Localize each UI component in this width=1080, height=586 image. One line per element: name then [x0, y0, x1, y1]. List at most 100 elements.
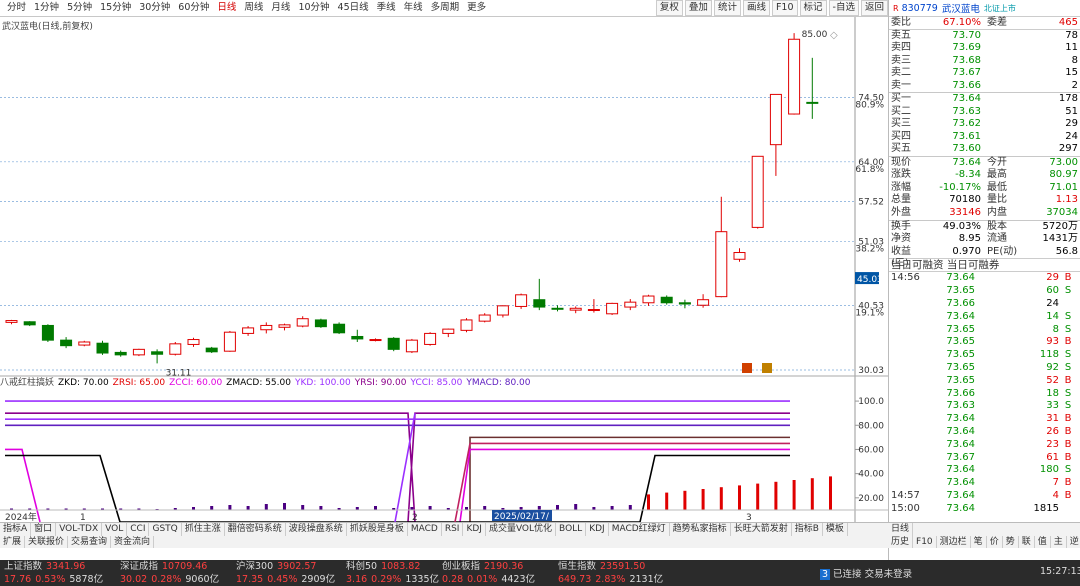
period-11[interactable]: 季线: [373, 0, 400, 16]
candle-body[interactable]: [587, 309, 600, 312]
tool-button-5[interactable]: 标记: [799, 0, 827, 16]
candle-body[interactable]: [678, 302, 691, 305]
diamond-icon[interactable]: ◇: [830, 30, 838, 41]
right-tab[interactable]: 历史: [888, 535, 914, 548]
period-9[interactable]: 10分钟: [294, 0, 333, 16]
candle-body[interactable]: [114, 351, 127, 356]
candle-body[interactable]: [715, 231, 728, 298]
indicator-tab[interactable]: 成交量VOL优化: [486, 523, 557, 536]
period-14[interactable]: 更多: [463, 0, 490, 16]
candle-body[interactable]: [205, 347, 218, 353]
indicator-tab[interactable]: 趋势私家指标: [670, 523, 731, 536]
candle-body[interactable]: [60, 339, 73, 347]
candle-body[interactable]: [551, 307, 564, 310]
tool-button-2[interactable]: 统计: [713, 0, 741, 16]
connection-status[interactable]: 3 已连接 交易未登录: [820, 566, 912, 580]
period-2[interactable]: 5分钟: [63, 0, 96, 16]
candle-body[interactable]: [5, 320, 18, 323]
candle-body[interactable]: [533, 299, 546, 308]
index-item[interactable]: 科创50 1083.82: [342, 560, 430, 573]
right-tab[interactable]: F10: [913, 535, 937, 548]
candle-body[interactable]: [369, 339, 382, 342]
ext-tab[interactable]: 关联报价: [25, 535, 69, 548]
candle-body[interactable]: [278, 324, 291, 328]
candle-body[interactable]: [169, 343, 182, 355]
order-book-row[interactable]: 买一 73.64 178: [889, 93, 1080, 106]
indicator-tab[interactable]: MACD红绿灯: [609, 523, 670, 536]
indicator-tab[interactable]: VOL: [102, 523, 128, 536]
right-tab[interactable]: 日线: [888, 523, 914, 536]
candle-body[interactable]: [314, 319, 327, 328]
right-tab[interactable]: 价: [987, 535, 1003, 548]
order-book-row[interactable]: 卖二 73.67 15: [889, 67, 1080, 80]
indicator-tab[interactable]: 指标B: [792, 523, 823, 536]
candle-body[interactable]: [642, 295, 655, 304]
candle-body[interactable]: [424, 332, 437, 345]
period-13[interactable]: 多周期: [427, 0, 464, 16]
financing-row[interactable]: 当日可融资 当日可融券: [889, 258, 1080, 273]
period-0[interactable]: 分时: [3, 0, 30, 16]
candle-body[interactable]: [41, 324, 54, 341]
candle-body[interactable]: [78, 341, 91, 346]
right-tab[interactable]: 主: [1051, 535, 1067, 548]
candle-body[interactable]: [460, 319, 473, 331]
tool-button-3[interactable]: 画线: [742, 0, 770, 16]
indicator-tab[interactable]: 窗口: [31, 523, 57, 536]
right-tab[interactable]: 笔: [971, 535, 987, 548]
indicator-tab[interactable]: GSTQ: [149, 523, 182, 536]
index-item[interactable]: 沪深300 3902.57: [232, 560, 334, 573]
index-item[interactable]: 深证成指 10709.46: [116, 560, 224, 573]
candle-body[interactable]: [751, 155, 764, 228]
indicator-tab[interactable]: 指标A: [0, 523, 32, 536]
index-item[interactable]: 创业板指 2190.36: [438, 560, 546, 573]
candle-body[interactable]: [96, 342, 109, 354]
right-tab[interactable]: 联: [1019, 535, 1035, 548]
candle-body[interactable]: [660, 296, 673, 304]
candle-body[interactable]: [242, 327, 255, 334]
tool-button-0[interactable]: 复权: [655, 0, 683, 16]
candle-body[interactable]: [260, 324, 273, 331]
right-tab[interactable]: 逆: [1067, 536, 1080, 549]
candle-body[interactable]: [697, 299, 710, 306]
indicator-tab[interactable]: KDJ: [586, 523, 609, 536]
order-book-row[interactable]: 买四 73.61 24: [889, 131, 1080, 144]
indicator-tab[interactable]: 模板: [823, 523, 848, 536]
order-book-row[interactable]: 买二 73.63 51: [889, 106, 1080, 119]
period-8[interactable]: 月线: [267, 0, 294, 16]
indicator-tab[interactable]: 长旺大箭发射: [731, 523, 792, 536]
indicator-tab[interactable]: RSI: [442, 523, 464, 536]
indicator-tab[interactable]: 抓妖股是身板: [347, 523, 408, 536]
candle-body[interactable]: [733, 252, 746, 260]
period-1[interactable]: 1分钟: [30, 0, 63, 16]
candle-body[interactable]: [132, 348, 145, 356]
candle-body[interactable]: [788, 38, 801, 115]
candle-body[interactable]: [569, 307, 582, 311]
order-book-row[interactable]: 卖三 73.68 8: [889, 55, 1080, 68]
candle-body[interactable]: [806, 101, 819, 104]
tool-button-4[interactable]: F10: [771, 0, 798, 16]
period-10[interactable]: 45日线: [334, 0, 373, 16]
period-4[interactable]: 30分钟: [135, 0, 174, 16]
candle-body[interactable]: [478, 314, 491, 322]
indicator-tab[interactable]: 抓住主涨: [182, 523, 225, 536]
order-book-row[interactable]: 买五 73.60 297: [889, 143, 1080, 156]
event-icon[interactable]: [742, 363, 752, 373]
candle-body[interactable]: [515, 294, 528, 307]
period-5[interactable]: 60分钟: [174, 0, 213, 16]
ext-tab[interactable]: 交易查询: [68, 535, 112, 548]
candle-body[interactable]: [223, 331, 236, 352]
indicator-tab[interactable]: MACD: [408, 523, 442, 536]
ext-tab[interactable]: 扩展: [0, 535, 26, 548]
candle-body[interactable]: [496, 305, 509, 316]
candle-body[interactable]: [23, 321, 36, 326]
candle-body[interactable]: [606, 302, 619, 315]
order-book-row[interactable]: 卖四 73.69 11: [889, 42, 1080, 55]
candle-body[interactable]: [187, 339, 200, 345]
order-book-row[interactable]: 卖五 73.70 78: [889, 30, 1080, 43]
indicator-tab[interactable]: CCI: [127, 523, 150, 536]
candle-body[interactable]: [405, 339, 418, 353]
index-item[interactable]: 恒生指数 23591.50: [554, 560, 662, 573]
indicator-tab[interactable]: VOL-TDX: [56, 523, 103, 536]
candle-body[interactable]: [296, 318, 309, 327]
period-12[interactable]: 年线: [400, 0, 427, 16]
